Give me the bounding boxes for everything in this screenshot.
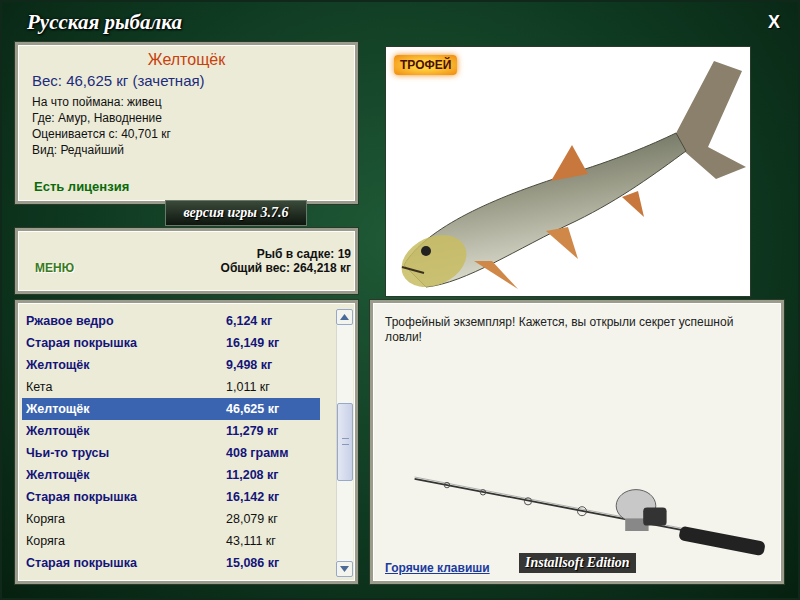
- arrow-up-icon: [340, 314, 349, 320]
- detail-line: Где: Амур, Наводнение: [32, 110, 341, 126]
- content: Желтощёк Вес: 46,625 кг (зачетная) На чт…: [15, 42, 784, 584]
- catch-name: Старая покрышка: [26, 490, 226, 504]
- trophy-badge: ТРОФЕЙ: [394, 55, 457, 75]
- catch-row[interactable]: Старая покрышка 15,086 кг: [22, 552, 320, 574]
- fish-name: Желтощёк: [32, 50, 341, 70]
- detail-line: Вид: Редчайший: [32, 142, 341, 158]
- catch-weight: 6,124 кг: [226, 314, 320, 328]
- title-bar: Русская рыбалка X: [15, 2, 784, 42]
- scroll-track[interactable]: [336, 325, 353, 561]
- catch-weight: 16,142 кг: [226, 490, 320, 504]
- detail-line: Оценивается с: 40,701 кг: [32, 126, 341, 142]
- version-badge: версия игры 3.7.6: [165, 200, 307, 226]
- catch-row[interactable]: Желтощёк 11,208 кг: [22, 464, 320, 486]
- scroll-up-button[interactable]: [336, 309, 353, 325]
- stat-line: Общий вес: 264,218 кг: [221, 261, 351, 275]
- catch-row[interactable]: Желтощёк 9,498 кг: [22, 354, 320, 376]
- license-status: Есть лицензия: [34, 179, 341, 195]
- fish-weight: Вес: 46,625 кг (зачетная): [32, 71, 341, 91]
- catch-weight: 1,011 кг: [226, 380, 320, 394]
- menu-panel: МЕНЮ Рыб в садке: 19Общий вес: 264,218 к…: [15, 228, 358, 294]
- scrollbar[interactable]: [336, 309, 353, 577]
- catch-weight: 46,625 кг: [226, 402, 320, 416]
- catch-row[interactable]: Коряга 28,079 кг: [22, 508, 320, 530]
- catch-name: Желтощёк: [26, 468, 226, 482]
- details-list: На что поймана: живецГде: Амур, Наводнен…: [32, 94, 341, 158]
- catch-name: Желтощёк: [26, 402, 226, 416]
- catch-name: Ржавое ведро: [26, 314, 226, 328]
- catch-name: Старая покрышка: [26, 336, 226, 350]
- catch-row[interactable]: Коряга 43,111 кг: [22, 530, 320, 552]
- catch-weight: 11,279 кг: [226, 424, 320, 438]
- catch-weight: 9,498 кг: [226, 358, 320, 372]
- detail-line: На что поймана: живец: [32, 94, 341, 110]
- scroll-down-button[interactable]: [336, 561, 353, 577]
- hotkeys-link[interactable]: Горячие клавиши: [385, 561, 490, 575]
- catch-row[interactable]: Чьи-то трусы 408 грамм: [22, 442, 320, 464]
- fish-picture: ТРОФЕЙ: [386, 47, 750, 296]
- catch-weight: 408 грамм: [226, 446, 320, 460]
- edition-badge: Installsoft Edition: [519, 553, 636, 573]
- catch-row[interactable]: Кета 1,011 кг: [22, 376, 320, 398]
- game-window: Русская рыбалка X Желтощёк Вес: 46,625 к…: [0, 0, 800, 600]
- arrow-down-icon: [340, 566, 349, 572]
- picture-cell: ТРОФЕЙ: [370, 42, 784, 296]
- left-column: Желтощёк Вес: 46,625 кг (зачетная) На чт…: [15, 42, 358, 296]
- catch-row[interactable]: Старая покрышка 16,149 кг: [22, 332, 320, 354]
- catch-list: Ржавое ведро 6,124 кгСтарая покрышка 16,…: [22, 309, 336, 577]
- catch-row[interactable]: Желтощёк 11,279 кг: [22, 420, 320, 442]
- grip-icon: [342, 438, 349, 445]
- fishing-rod-icon: [411, 467, 771, 559]
- catch-weight: 15,086 кг: [226, 556, 320, 570]
- catch-list-panel: Ржавое ведро 6,124 кгСтарая покрышка 16,…: [15, 300, 358, 584]
- description-panel: Трофейный экземпляр! Кажется, вы открыли…: [370, 300, 784, 584]
- catch-name: Чьи-то трусы: [26, 446, 226, 460]
- catch-row[interactable]: Ржавое ведро 6,124 кг: [22, 310, 320, 332]
- catch-weight: 11,208 кг: [226, 468, 320, 482]
- catch-weight: 28,079 кг: [226, 512, 320, 526]
- keepnet-stats: Рыб в садке: 19Общий вес: 264,218 кг: [221, 247, 351, 275]
- description-text: Трофейный экземпляр! Кажется, вы открыли…: [385, 315, 755, 345]
- catch-name: Желтощёк: [26, 424, 226, 438]
- catch-name: Кета: [26, 380, 226, 394]
- catch-name: Коряга: [26, 512, 226, 526]
- catch-info-panel: Желтощёк Вес: 46,625 кг (зачетная) На чт…: [15, 42, 358, 204]
- catch-name: Коряга: [26, 534, 226, 548]
- catch-row[interactable]: Старая покрышка 16,142 кг: [22, 486, 320, 508]
- game-title: Русская рыбалка: [27, 10, 182, 35]
- fish-icon: [386, 47, 750, 296]
- close-button[interactable]: X: [768, 12, 780, 33]
- scroll-thumb[interactable]: [337, 403, 353, 481]
- catch-row[interactable]: Желтощёк 46,625 кг: [22, 398, 320, 420]
- catch-name: Желтощёк: [26, 358, 226, 372]
- menu-button[interactable]: МЕНЮ: [35, 261, 74, 275]
- catch-weight: 43,111 кг: [226, 534, 320, 548]
- catch-weight: 16,149 кг: [226, 336, 320, 350]
- stat-line: Рыб в садке: 19: [221, 247, 351, 261]
- catch-name: Старая покрышка: [26, 556, 226, 570]
